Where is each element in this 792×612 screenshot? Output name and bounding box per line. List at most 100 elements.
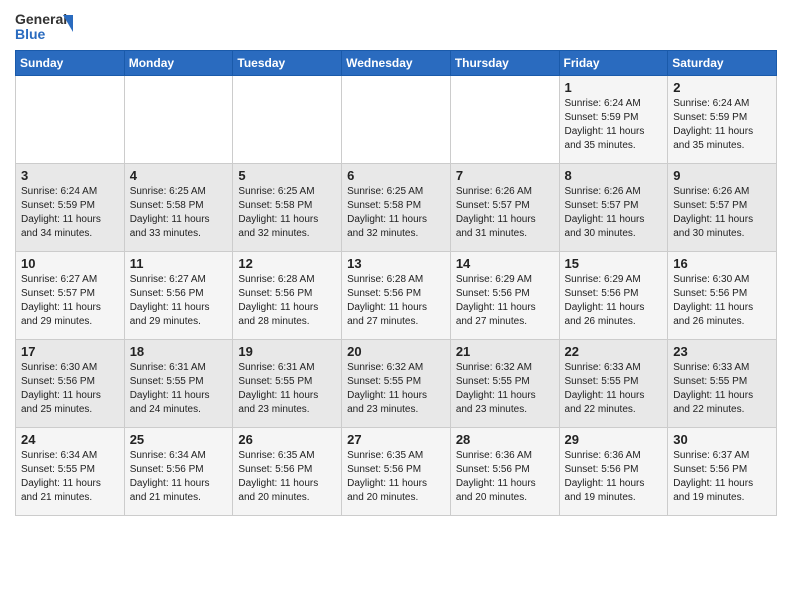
day-number: 6 [347,168,445,183]
day-of-week-tuesday: Tuesday [233,51,342,76]
day-number: 22 [565,344,663,359]
calendar-cell: 9 Sunrise: 6:26 AM Sunset: 5:57 PM Daylig… [668,164,777,252]
day-number: 17 [21,344,119,359]
logo: GeneralBlue [15,10,75,42]
day-info: Sunrise: 6:26 AM Sunset: 5:57 PM Dayligh… [456,186,536,239]
calendar-week-row: 1 Sunrise: 6:24 AM Sunset: 5:59 PM Daylig… [16,76,777,164]
day-info: Sunrise: 6:24 AM Sunset: 5:59 PM Dayligh… [21,186,101,239]
calendar-cell: 12 Sunrise: 6:28 AM Sunset: 5:56 PM Dayli… [233,252,342,340]
calendar-cell: 13 Sunrise: 6:28 AM Sunset: 5:56 PM Dayli… [342,252,451,340]
calendar-cell: 16 Sunrise: 6:30 AM Sunset: 5:56 PM Dayli… [668,252,777,340]
day-number: 3 [21,168,119,183]
day-info: Sunrise: 6:24 AM Sunset: 5:59 PM Dayligh… [673,98,753,151]
calendar-cell: 5 Sunrise: 6:25 AM Sunset: 5:58 PM Daylig… [233,164,342,252]
day-of-week-monday: Monday [124,51,233,76]
day-of-week-wednesday: Wednesday [342,51,451,76]
day-number: 15 [565,256,663,271]
page: GeneralBlue SundayMondayTuesdayWednesday… [0,0,792,612]
day-info: Sunrise: 6:36 AM Sunset: 5:56 PM Dayligh… [565,450,645,503]
day-number: 25 [130,432,228,447]
calendar-week-row: 3 Sunrise: 6:24 AM Sunset: 5:59 PM Daylig… [16,164,777,252]
calendar-cell: 22 Sunrise: 6:33 AM Sunset: 5:55 PM Dayli… [559,340,668,428]
calendar-cell: 4 Sunrise: 6:25 AM Sunset: 5:58 PM Daylig… [124,164,233,252]
day-info: Sunrise: 6:28 AM Sunset: 5:56 PM Dayligh… [238,274,318,327]
day-number: 10 [21,256,119,271]
calendar-cell: 21Sunrise: 6:32 AM Sunset: 5:55 PM Dayli… [450,340,559,428]
calendar-week-row: 10 Sunrise: 6:27 AM Sunset: 5:57 PM Dayli… [16,252,777,340]
calendar-week-row: 17 Sunrise: 6:30 AM Sunset: 5:56 PM Dayli… [16,340,777,428]
day-info: Sunrise: 6:29 AM Sunset: 5:56 PM Dayligh… [565,274,645,327]
day-number: 24 [21,432,119,447]
day-number: 23 [673,344,771,359]
calendar-cell: 17 Sunrise: 6:30 AM Sunset: 5:56 PM Dayli… [16,340,125,428]
day-of-week-thursday: Thursday [450,51,559,76]
day-number: 2 [673,80,771,95]
day-info: Sunrise: 6:27 AM Sunset: 5:57 PM Dayligh… [21,274,101,327]
day-info: Sunrise: 6:25 AM Sunset: 5:58 PM Dayligh… [238,186,318,239]
calendar-cell: 30 Sunrise: 6:37 AM Sunset: 5:56 PM Dayli… [668,428,777,516]
day-number: 11 [130,256,228,271]
calendar-cell [16,76,125,164]
day-number: 1 [565,80,663,95]
calendar-cell: 10 Sunrise: 6:27 AM Sunset: 5:57 PM Dayli… [16,252,125,340]
svg-text:General: General [15,11,67,27]
day-number: 16 [673,256,771,271]
day-number: 27 [347,432,445,447]
calendar-cell: 6 Sunrise: 6:25 AM Sunset: 5:58 PM Daylig… [342,164,451,252]
day-info: Sunrise: 6:32 AM Sunset: 5:55 PM Dayligh… [456,362,536,415]
day-info: Sunrise: 6:36 AM Sunset: 5:56 PM Dayligh… [456,450,536,503]
day-number: 8 [565,168,663,183]
day-info: Sunrise: 6:29 AM Sunset: 5:56 PM Dayligh… [456,274,536,327]
day-of-week-friday: Friday [559,51,668,76]
day-number: 29 [565,432,663,447]
day-number: 4 [130,168,228,183]
svg-text:Blue: Blue [15,26,46,42]
calendar-week-row: 24 Sunrise: 6:34 AM Sunset: 5:55 PM Dayli… [16,428,777,516]
day-info: Sunrise: 6:33 AM Sunset: 5:55 PM Dayligh… [565,362,645,415]
calendar-header-row: SundayMondayTuesdayWednesdayThursdayFrid… [16,51,777,76]
calendar-cell: 15 Sunrise: 6:29 AM Sunset: 5:56 PM Dayli… [559,252,668,340]
day-info: Sunrise: 6:26 AM Sunset: 5:57 PM Dayligh… [673,186,753,239]
calendar-cell: 3 Sunrise: 6:24 AM Sunset: 5:59 PM Daylig… [16,164,125,252]
day-info: Sunrise: 6:31 AM Sunset: 5:55 PM Dayligh… [238,362,318,415]
day-info: Sunrise: 6:32 AM Sunset: 5:55 PM Dayligh… [347,362,427,415]
calendar-cell [233,76,342,164]
calendar-cell: 29 Sunrise: 6:36 AM Sunset: 5:56 PM Dayli… [559,428,668,516]
day-info: Sunrise: 6:31 AM Sunset: 5:55 PM Dayligh… [130,362,210,415]
calendar-cell [342,76,451,164]
day-info: Sunrise: 6:30 AM Sunset: 5:56 PM Dayligh… [21,362,101,415]
day-info: Sunrise: 6:34 AM Sunset: 5:55 PM Dayligh… [21,450,101,503]
day-info: Sunrise: 6:25 AM Sunset: 5:58 PM Dayligh… [347,186,427,239]
calendar-cell: 8Sunrise: 6:26 AM Sunset: 5:57 PM Daylig… [559,164,668,252]
calendar-cell [124,76,233,164]
day-info: Sunrise: 6:35 AM Sunset: 5:56 PM Dayligh… [347,450,427,503]
day-info: Sunrise: 6:30 AM Sunset: 5:56 PM Dayligh… [673,274,753,327]
calendar-cell: 1 Sunrise: 6:24 AM Sunset: 5:59 PM Daylig… [559,76,668,164]
calendar-cell: 19 Sunrise: 6:31 AM Sunset: 5:55 PM Dayli… [233,340,342,428]
calendar-cell: 2 Sunrise: 6:24 AM Sunset: 5:59 PM Daylig… [668,76,777,164]
day-number: 26 [238,432,336,447]
calendar-table: SundayMondayTuesdayWednesdayThursdayFrid… [15,50,777,516]
day-number: 9 [673,168,771,183]
day-info: Sunrise: 6:25 AM Sunset: 5:58 PM Dayligh… [130,186,210,239]
logo-svg: GeneralBlue [15,10,75,42]
day-of-week-sunday: Sunday [16,51,125,76]
day-info: Sunrise: 6:37 AM Sunset: 5:56 PM Dayligh… [673,450,753,503]
calendar-cell: 25 Sunrise: 6:34 AM Sunset: 5:56 PM Dayli… [124,428,233,516]
day-number: 13 [347,256,445,271]
calendar-cell: 28Sunrise: 6:36 AM Sunset: 5:56 PM Dayli… [450,428,559,516]
day-of-week-saturday: Saturday [668,51,777,76]
calendar-cell: 27 Sunrise: 6:35 AM Sunset: 5:56 PM Dayli… [342,428,451,516]
day-number: 12 [238,256,336,271]
day-info: Sunrise: 6:28 AM Sunset: 5:56 PM Dayligh… [347,274,427,327]
calendar-cell: 14Sunrise: 6:29 AM Sunset: 5:56 PM Dayli… [450,252,559,340]
day-number: 19 [238,344,336,359]
calendar-cell: 20Sunrise: 6:32 AM Sunset: 5:55 PM Dayli… [342,340,451,428]
day-number: 5 [238,168,336,183]
day-info: Sunrise: 6:24 AM Sunset: 5:59 PM Dayligh… [565,98,645,151]
day-info: Sunrise: 6:34 AM Sunset: 5:56 PM Dayligh… [130,450,210,503]
day-info: Sunrise: 6:27 AM Sunset: 5:56 PM Dayligh… [130,274,210,327]
header: GeneralBlue [15,10,777,42]
day-number: 30 [673,432,771,447]
calendar-cell: 7Sunrise: 6:26 AM Sunset: 5:57 PM Daylig… [450,164,559,252]
